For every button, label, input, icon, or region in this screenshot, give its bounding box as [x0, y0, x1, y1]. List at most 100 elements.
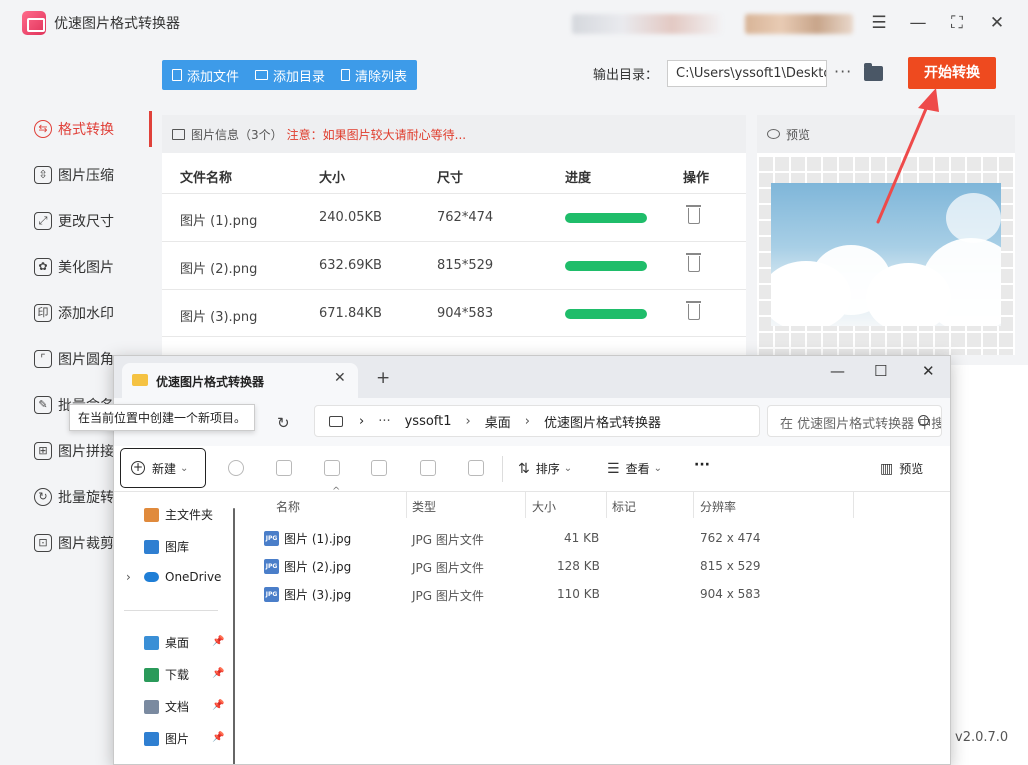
add-file-button[interactable]: 添加文件 [172, 66, 239, 85]
column-header-name[interactable]: 名称 [276, 498, 300, 515]
pin-icon: 📌 [212, 668, 225, 679]
breadcrumb-folder[interactable]: 优速图片格式转换器 [544, 412, 661, 431]
delete-icon[interactable] [468, 460, 484, 476]
clear-list-button[interactable]: 清除列表 [341, 66, 407, 85]
new-button-label: 新建 [152, 461, 177, 476]
column-header-size[interactable]: 大小 [532, 498, 556, 515]
nav-item-home[interactable]: 主文件夹 [144, 506, 213, 523]
rename-icon: ✎ [34, 396, 52, 414]
new-button[interactable]: + 新建 ⌄ [120, 448, 206, 488]
column-header-dims: 尺寸 [437, 171, 464, 186]
beautify-icon: ✿ [34, 258, 52, 276]
open-folder-icon[interactable] [864, 63, 883, 81]
share-icon[interactable] [420, 460, 436, 476]
more-commands-button[interactable]: ··· [694, 457, 710, 473]
refresh-icon[interactable]: ↻ [277, 414, 290, 432]
sidebar-item-watermark[interactable]: 印 添加水印 [0, 295, 152, 331]
file-name: 图片 (3).png [180, 310, 258, 325]
blurred-account [745, 14, 853, 34]
delete-icon[interactable] [686, 301, 701, 320]
file-action-group: 添加文件 添加目录 清除列表 [162, 60, 418, 90]
sidebar-item-label: 图片圆角 [58, 352, 114, 368]
add-file-label: 添加文件 [187, 69, 240, 85]
more-options-button[interactable]: ··· [834, 62, 852, 81]
progress-bar [565, 309, 647, 319]
cut-icon[interactable] [228, 460, 244, 476]
menu-icon[interactable]: ☰ [868, 12, 890, 34]
chevron-right-icon: › [359, 413, 365, 429]
output-path-field[interactable]: C:\Users\yssoft1\Desktop [667, 60, 827, 87]
trash-icon [341, 69, 351, 81]
add-folder-button[interactable]: 添加目录 [255, 66, 325, 85]
rename-icon[interactable] [371, 460, 387, 476]
file-name: 图片 (2).jpg [284, 560, 352, 574]
right-pane-lower [951, 365, 1028, 765]
navigation-pane: 主文件夹 图库 › OneDrive 桌面 📌 下载 📌 文档 📌 图片 📌 [114, 492, 240, 764]
file-list-header: 图片信息（3个） 注意：如果图片较大请耐心等待... [162, 115, 746, 153]
table-row[interactable]: 图片 (3).png 671.84KB 904*583 [162, 289, 746, 337]
sort-button[interactable]: ⇅ 排序 ⌄ [518, 460, 572, 477]
column-header-resolution[interactable]: 分辨率 [700, 498, 736, 515]
table-row[interactable]: 图片 (1).png 240.05KB 762*474 [162, 193, 746, 241]
delete-icon[interactable] [686, 205, 701, 224]
file-list-panel: 图片信息（3个） 注意：如果图片较大请耐心等待... 文件名称 大小 尺寸 进度… [162, 115, 746, 355]
cloud [921, 238, 1001, 326]
home-icon [144, 507, 159, 522]
nav-item-onedrive[interactable]: OneDrive [144, 570, 221, 584]
nav-item-downloads[interactable]: 下载 [144, 666, 189, 683]
search-input[interactable]: 在 优速图片格式转换器 中搜索 [767, 405, 942, 437]
nav-item-pictures[interactable]: 图片 [144, 730, 189, 747]
minimize-button[interactable]: — [907, 12, 929, 34]
explorer-tab[interactable]: 优速图片格式转换器 ✕ [122, 363, 358, 398]
file-type: JPG 图片文件 [412, 533, 484, 547]
divider [693, 492, 694, 518]
column-header-type[interactable]: 类型 [412, 498, 436, 515]
breadcrumb-desktop[interactable]: 桌面 [485, 412, 511, 431]
file-row-name[interactable]: JPG 图片 (1).jpg [264, 530, 351, 547]
sidebar-item-label: 图片压缩 [58, 168, 114, 184]
nav-item-desktop[interactable]: 桌面 [144, 634, 189, 651]
explorer-close-button[interactable]: ✕ [922, 362, 935, 380]
nav-item-documents[interactable]: 文档 [144, 698, 189, 715]
explorer-tab-title: 优速图片格式转换器 [156, 375, 265, 389]
close-button[interactable]: ✕ [986, 12, 1008, 34]
app-title: 优速图片格式转换器 [54, 16, 180, 32]
divider [853, 492, 854, 518]
address-bar[interactable]: › ··· yssoft1 › 桌面 › 优速图片格式转换器 [314, 405, 760, 437]
sidebar-item-format-convert[interactable]: ⇆ 格式转换 [0, 111, 152, 147]
swap-icon: ⇆ [34, 120, 52, 138]
plus-icon: + [131, 460, 145, 475]
explorer-maximize-button[interactable]: ☐ [874, 362, 887, 380]
file-name: 图片 (1).jpg [284, 532, 352, 546]
start-convert-button[interactable]: 开始转换 [908, 57, 996, 89]
folder-icon [132, 374, 148, 386]
file-row-name[interactable]: JPG 图片 (3).jpg [264, 586, 351, 603]
delete-icon[interactable] [686, 253, 701, 272]
tab-close-icon[interactable]: ✕ [334, 370, 346, 386]
preview-pane-button[interactable]: ▥ 预览 [880, 460, 923, 477]
output-dir-label: 输出目录： [593, 68, 659, 83]
copy-icon[interactable] [276, 460, 292, 476]
expand-chevron-icon[interactable]: › [126, 570, 131, 584]
jpg-file-icon: JPG [264, 559, 279, 574]
address-more[interactable]: ··· [378, 414, 390, 429]
new-tab-button[interactable]: + [376, 368, 390, 388]
maximize-button[interactable]: ⛶ [946, 12, 968, 34]
sidebar-item-beautify[interactable]: ✿ 美化图片 [0, 249, 152, 285]
file-resolution: 904 x 583 [700, 587, 761, 601]
breadcrumb-user[interactable]: yssoft1 [405, 414, 452, 429]
file-resolution: 762 x 474 [700, 531, 761, 545]
view-button[interactable]: ☰ 查看 ⌄ [607, 460, 662, 477]
sidebar-item-compress[interactable]: ⇳ 图片压缩 [0, 157, 152, 193]
nav-item-gallery[interactable]: 图库 [144, 538, 189, 555]
explorer-minimize-button[interactable]: — [830, 362, 845, 380]
paste-icon[interactable] [324, 460, 340, 476]
file-row-name[interactable]: JPG 图片 (2).jpg [264, 558, 351, 575]
nav-scrollbar[interactable] [233, 508, 235, 764]
preview-pane-label: 预览 [899, 462, 924, 476]
column-header-tags[interactable]: 标记 [612, 498, 636, 515]
sidebar-item-resize[interactable]: ⤢ 更改尺寸 [0, 203, 152, 239]
gallery-icon [144, 539, 159, 554]
file-size: 671.84KB [319, 306, 382, 321]
table-row[interactable]: 图片 (2).png 632.69KB 815*529 [162, 241, 746, 289]
